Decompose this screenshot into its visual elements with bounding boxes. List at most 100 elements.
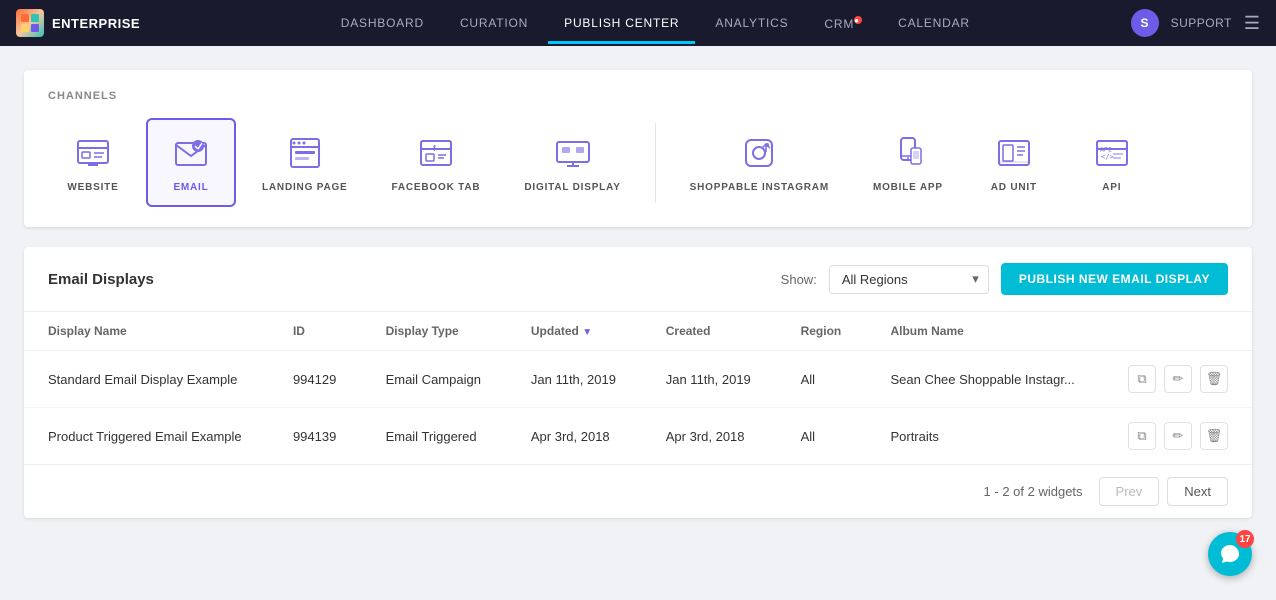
chat-badge: 17 <box>1236 530 1254 548</box>
edit-button-2[interactable]: ✏ <box>1164 422 1192 450</box>
col-region: Region <box>777 312 867 351</box>
website-icon <box>72 132 114 174</box>
row-actions-1: ⧉ ✏ 🗑 <box>1126 365 1228 393</box>
cell-actions-1: ⧉ ✏ 🗑 <box>1102 351 1252 408</box>
channel-facebook-tab-label: FACEBOOK TAB <box>392 182 481 193</box>
cell-display-type-2: Email Triggered <box>362 408 507 465</box>
copy-button-1[interactable]: ⧉ <box>1128 365 1156 393</box>
edit-button-1[interactable]: ✏ <box>1164 365 1192 393</box>
channel-website-label: WEBSITE <box>67 182 118 193</box>
nav-dashboard[interactable]: DASHBOARD <box>325 2 440 44</box>
copy-button-2[interactable]: ⧉ <box>1128 422 1156 450</box>
publish-new-email-display-button[interactable]: PUBLISH NEW EMAIL DISPLAY <box>1001 263 1228 295</box>
channel-ad-unit-label: AD UNIT <box>991 182 1037 193</box>
table-header-row: Display Name ID Display Type Updated ▼ C… <box>24 312 1252 351</box>
channel-digital-display[interactable]: DIGITAL DISPLAY <box>506 118 638 207</box>
channel-shoppable-instagram[interactable]: SHOPPABLE INSTAGRAM <box>672 118 847 207</box>
delete-button-1[interactable]: 🗑 <box>1200 365 1228 393</box>
show-label: Show: <box>781 272 817 287</box>
row-actions-2: ⧉ ✏ 🗑 <box>1126 422 1228 450</box>
prev-button[interactable]: Prev <box>1099 477 1160 506</box>
channel-email[interactable]: EMAIL <box>146 118 236 207</box>
brand-name: ENTERPRISE <box>52 16 140 31</box>
channel-mobile-app-label: MOBILE APP <box>873 182 943 193</box>
svg-text:f: f <box>433 144 436 153</box>
user-avatar[interactable]: S <box>1131 9 1159 37</box>
region-select[interactable]: All Regions Region 1 Region 2 <box>829 265 989 294</box>
cell-album-name-1: Sean Chee Shoppable Instagr... <box>866 351 1101 408</box>
nav-curation[interactable]: CURATION <box>444 2 544 44</box>
email-displays-section: Email Displays Show: All Regions Region … <box>24 247 1252 518</box>
table-row: Product Triggered Email Example 994139 E… <box>24 408 1252 465</box>
channels-grid: WEBSITE EMAIL <box>48 118 1228 207</box>
next-button[interactable]: Next <box>1167 477 1228 506</box>
table-row: Standard Email Display Example 994129 Em… <box>24 351 1252 408</box>
cell-created-2: Apr 3rd, 2018 <box>642 408 777 465</box>
cell-display-type-1: Email Campaign <box>362 351 507 408</box>
main-content: CHANNELS WEBSITE <box>0 46 1276 542</box>
pagination: 1 - 2 of 2 widgets Prev Next <box>24 464 1252 518</box>
email-displays-table: Display Name ID Display Type Updated ▼ C… <box>24 312 1252 464</box>
api-icon: API </> <box>1091 132 1133 174</box>
table-header: Email Displays Show: All Regions Region … <box>24 247 1252 312</box>
col-actions <box>1102 312 1252 351</box>
email-icon <box>170 132 212 174</box>
channel-api[interactable]: API </> API <box>1067 118 1157 207</box>
ad-unit-icon <box>993 132 1035 174</box>
cell-actions-2: ⧉ ✏ 🗑 <box>1102 408 1252 465</box>
nav-crm[interactable]: CRM● <box>808 2 878 45</box>
col-display-name: Display Name <box>24 312 269 351</box>
channels-heading: CHANNELS <box>48 90 1228 102</box>
cell-created-1: Jan 11th, 2019 <box>642 351 777 408</box>
cell-region-1: All <box>777 351 867 408</box>
brand-area[interactable]: ENTERPRISE <box>16 9 140 37</box>
nav-right: S SUPPORT ☰ <box>1131 9 1260 37</box>
channel-digital-display-label: DIGITAL DISPLAY <box>524 182 620 193</box>
top-navigation: ENTERPRISE DASHBOARD CURATION PUBLISH CE… <box>0 0 1276 46</box>
pagination-info: 1 - 2 of 2 widgets <box>984 484 1083 499</box>
col-album-name: Album Name <box>866 312 1101 351</box>
channel-api-label: API <box>1102 182 1121 193</box>
crm-badge: ● <box>854 16 862 24</box>
hamburger-menu-icon[interactable]: ☰ <box>1244 13 1260 34</box>
shoppable-instagram-icon <box>738 132 780 174</box>
channel-website[interactable]: WEBSITE <box>48 118 138 207</box>
landing-page-icon <box>284 132 326 174</box>
nav-publish-center[interactable]: PUBLISH CENTER <box>548 2 695 44</box>
channel-landing-page-label: LANDING PAGE <box>262 182 348 193</box>
channel-facebook-tab[interactable]: f FACEBOOK TAB <box>374 118 499 207</box>
channel-divider <box>655 123 656 203</box>
nav-analytics[interactable]: ANALYTICS <box>699 2 804 44</box>
mobile-app-icon <box>887 132 929 174</box>
cell-display-name-2: Product Triggered Email Example <box>24 408 269 465</box>
region-select-wrapper[interactable]: All Regions Region 1 Region 2 <box>829 265 989 294</box>
cell-region-2: All <box>777 408 867 465</box>
chat-bubble[interactable]: 17 <box>1208 532 1252 576</box>
cell-id-2: 994139 <box>269 408 362 465</box>
col-updated[interactable]: Updated ▼ <box>507 312 642 351</box>
sort-icon: ▼ <box>582 327 592 338</box>
channels-section: CHANNELS WEBSITE <box>24 70 1252 227</box>
channel-shoppable-instagram-label: SHOPPABLE INSTAGRAM <box>690 182 829 193</box>
table-controls: Show: All Regions Region 1 Region 2 PUBL… <box>781 263 1228 295</box>
cell-display-name-1: Standard Email Display Example <box>24 351 269 408</box>
cell-updated-1: Jan 11th, 2019 <box>507 351 642 408</box>
digital-display-icon <box>552 132 594 174</box>
support-label[interactable]: SUPPORT <box>1171 16 1232 30</box>
table-title: Email Displays <box>48 271 154 288</box>
channel-mobile-app[interactable]: MOBILE APP <box>855 118 961 207</box>
col-created: Created <box>642 312 777 351</box>
cell-updated-2: Apr 3rd, 2018 <box>507 408 642 465</box>
delete-button-2[interactable]: 🗑 <box>1200 422 1228 450</box>
nav-calendar[interactable]: CALENDAR <box>882 2 986 44</box>
channel-landing-page[interactable]: LANDING PAGE <box>244 118 366 207</box>
channel-email-label: EMAIL <box>173 182 208 193</box>
nav-links: DASHBOARD CURATION PUBLISH CENTER ANALYT… <box>180 2 1130 45</box>
brand-logo-icon <box>16 9 44 37</box>
col-id: ID <box>269 312 362 351</box>
channel-ad-unit[interactable]: AD UNIT <box>969 118 1059 207</box>
col-display-type: Display Type <box>362 312 507 351</box>
svg-text:</>: </> <box>1101 153 1114 161</box>
facebook-tab-icon: f <box>415 132 457 174</box>
cell-id-1: 994129 <box>269 351 362 408</box>
